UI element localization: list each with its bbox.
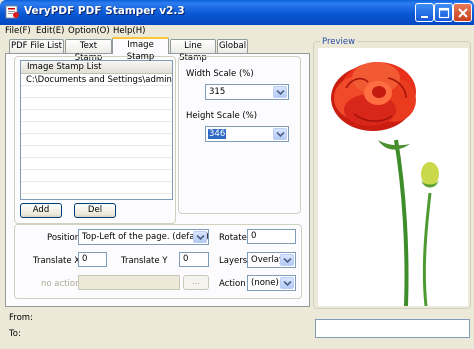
translate-y-label: Translate Y: [121, 256, 168, 266]
menu-bar: File(F) Edit(E) Option(O) Help(H): [0, 25, 474, 38]
chevron-down-icon[interactable]: [273, 128, 287, 140]
list-item[interactable]: C:\Documents and Settings\admin\My...: [21, 75, 172, 86]
tab-global[interactable]: Global: [217, 39, 248, 53]
layers-label: Layers: [219, 256, 248, 266]
layers-select[interactable]: Overlay: [247, 252, 296, 268]
tab-pdf-file-list[interactable]: PDF File List: [9, 39, 64, 53]
height-scale-select[interactable]: 346: [205, 126, 289, 142]
add-button[interactable]: Add: [20, 203, 62, 218]
height-scale-label: Height Scale (%): [186, 111, 258, 121]
width-scale-label: Width Scale (%): [186, 69, 254, 79]
image-stamp-list[interactable]: Image Stamp List C:\Documents and Settin…: [20, 60, 173, 200]
position-label: Position: [47, 233, 81, 243]
action-label: Action: [219, 279, 246, 289]
preview-image: [318, 48, 468, 307]
translate-y-input[interactable]: 0: [179, 252, 209, 267]
list-item-empty: [21, 111, 172, 122]
to-label: To:: [9, 329, 21, 339]
action-value: (none): [251, 278, 279, 288]
tab-text-stamp[interactable]: Text Stamp: [65, 39, 112, 63]
chevron-down-icon[interactable]: [280, 277, 294, 289]
list-item-empty: [21, 99, 172, 110]
chevron-down-icon[interactable]: [280, 254, 294, 266]
from-label: From:: [9, 313, 33, 323]
menu-edit[interactable]: Edit(E): [34, 25, 66, 38]
close-button[interactable]: [453, 3, 472, 22]
menu-option[interactable]: Option(O): [66, 25, 112, 38]
progress-box: [315, 319, 470, 338]
chevron-down-icon[interactable]: [273, 86, 287, 98]
list-item-empty: [21, 87, 172, 98]
list-item-empty: [21, 147, 172, 158]
chevron-down-icon[interactable]: [193, 231, 207, 243]
rotate-label: Rotate: [219, 233, 247, 243]
width-scale-select[interactable]: 315: [205, 84, 289, 100]
rotate-input[interactable]: 0: [247, 229, 296, 244]
translate-x-label: Translate X: [33, 256, 81, 266]
flower-image: [331, 62, 439, 307]
minimize-icon: [421, 16, 428, 18]
del-button[interactable]: Del: [74, 203, 116, 218]
list-item-empty: [21, 135, 172, 146]
no-action-input: [78, 275, 180, 290]
preview-label: Preview: [320, 37, 358, 47]
menu-file[interactable]: File(F): [3, 25, 33, 38]
list-item-empty: [21, 159, 172, 170]
maximize-button[interactable]: [434, 3, 453, 22]
list-item-empty: [21, 123, 172, 134]
list-item-empty: [21, 171, 172, 182]
position-value: Top-Left of the page. (default): [82, 232, 209, 242]
maximize-icon: [438, 7, 450, 19]
minimize-button[interactable]: [415, 3, 434, 22]
close-icon: [458, 8, 468, 18]
list-item-empty: [21, 183, 172, 194]
browse-button: ...: [183, 275, 209, 290]
width-scale-value: 315: [209, 87, 226, 97]
height-scale-value: 346: [208, 129, 227, 139]
action-select[interactable]: (none): [247, 275, 296, 291]
tab-image-stamp[interactable]: Image Stamp: [112, 37, 169, 62]
tab-line-stamp[interactable]: Line Stamp: [170, 39, 216, 63]
position-select[interactable]: Top-Left of the page. (default): [78, 229, 209, 245]
no-action-label: no action: [41, 279, 81, 289]
app-icon: [5, 5, 20, 19]
translate-x-input[interactable]: 0: [78, 252, 107, 267]
window-title: VeryPDF PDF Stamper v2.3: [24, 5, 185, 17]
